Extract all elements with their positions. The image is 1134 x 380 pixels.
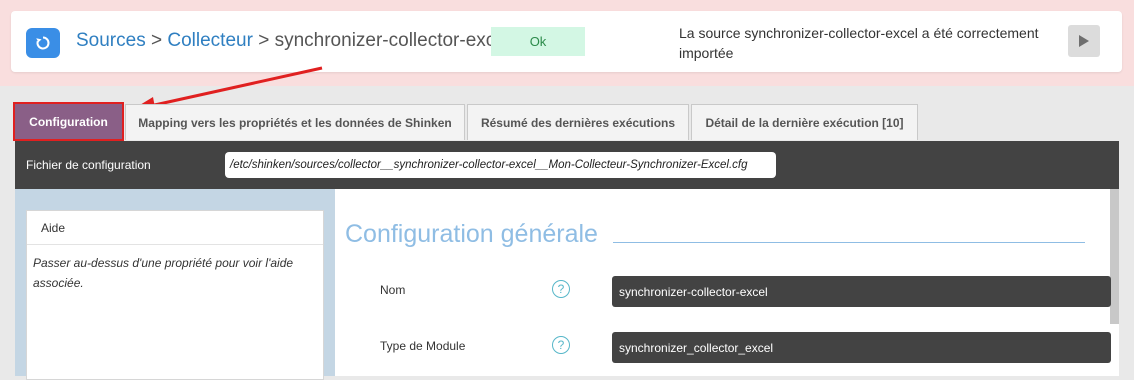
- breadcrumb-separator: >: [150, 30, 163, 51]
- import-message: La source synchronizer-collector-excel a…: [679, 25, 1039, 61]
- breadcrumb-separator: >: [258, 30, 270, 51]
- header-card: Sources > Collecteur > synchronizer-coll…: [11, 11, 1122, 72]
- tab-configuration[interactable]: Configuration: [13, 102, 124, 141]
- tab-summary[interactable]: Résumé des dernières exécutions: [467, 104, 689, 140]
- breadcrumb: Sources > Collecteur > synchronizer-coll…: [76, 30, 510, 52]
- configuration-panel: Configuration générale Nom ? synchronize…: [335, 189, 1119, 376]
- config-file-bar: Fichier de configuration /etc/shinken/so…: [15, 141, 1119, 189]
- property-label-type-module: Type de Module: [380, 339, 466, 353]
- run-button[interactable]: [1068, 25, 1100, 57]
- section-divider: [613, 242, 1085, 243]
- breadcrumb-sources[interactable]: Sources: [76, 30, 146, 51]
- help-question-icon[interactable]: ?: [552, 336, 570, 354]
- section-title: Configuration générale: [345, 220, 598, 248]
- refresh-button[interactable]: [26, 28, 60, 58]
- tab-last-execution[interactable]: Détail de la dernière exécution [10]: [691, 104, 918, 140]
- status-badge: Ok: [491, 27, 585, 56]
- property-value-type-module[interactable]: synchronizer_collector_excel: [612, 332, 1111, 363]
- scrollbar[interactable]: [1110, 189, 1119, 324]
- breadcrumb-collecteur[interactable]: Collecteur: [167, 30, 253, 51]
- breadcrumb-current: synchronizer-collector-excel: [274, 30, 511, 51]
- play-icon: [1079, 35, 1089, 47]
- help-text: Passer au-dessus d'une propriété pour vo…: [33, 256, 294, 290]
- help-panel: Aide Passer au-dessus d'une propriété po…: [15, 189, 335, 380]
- help-question-icon[interactable]: ?: [552, 280, 570, 298]
- property-label-nom: Nom: [380, 283, 406, 297]
- help-box: Aide Passer au-dessus d'une propriété po…: [26, 210, 324, 380]
- tab-mapping[interactable]: Mapping vers les propriétés et les donné…: [125, 104, 465, 140]
- config-file-path[interactable]: /etc/shinken/sources/collector__synchron…: [225, 152, 776, 178]
- refresh-icon: [36, 36, 50, 50]
- config-file-label: Fichier de configuration: [26, 158, 151, 172]
- help-title: Aide: [27, 211, 323, 245]
- property-value-nom[interactable]: synchronizer-collector-excel: [612, 276, 1111, 307]
